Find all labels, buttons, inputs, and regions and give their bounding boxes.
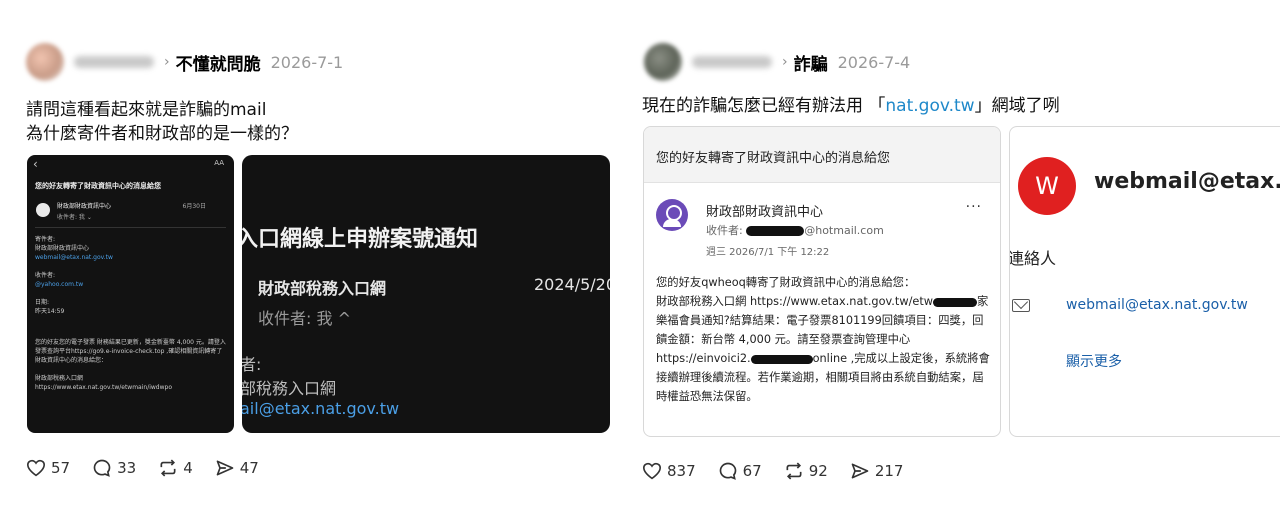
- email-body: 您的好友qwheoq轉寄了財政資訊中心的消息給您： 財政部稅務入口網 https:…: [656, 273, 994, 406]
- sender-avatar: [36, 203, 50, 217]
- like-button[interactable]: 57: [26, 459, 70, 477]
- topic-tag[interactable]: 詐騙: [794, 50, 828, 75]
- share-button[interactable]: 47: [215, 458, 259, 478]
- more-options-icon: ···: [965, 199, 982, 215]
- email-body-line: 樂福會員通知?結算結果：電子發票8101199回饋項目：四獎，回饋金額：新台幣 …: [656, 314, 984, 346]
- heart-icon: [642, 462, 662, 480]
- email-body-line: 財政部稅務入口網 https://www.etax.nat.gov.tw/etw: [656, 295, 933, 308]
- email-datetime: 週三 2026/7/1 下午 12:22: [706, 247, 830, 258]
- date-value: 昨天14:59: [35, 308, 65, 315]
- post-text: 請問這種看起來就是詐騙的mail 為什麼寄件者和財政部的是一樣的？: [26, 100, 298, 144]
- send-icon: [851, 463, 869, 479]
- email-body-org: 財政部稅務入口網: [35, 375, 84, 382]
- redaction: [746, 226, 805, 236]
- date-label: 日期:: [35, 299, 50, 306]
- from-email: ail@etax.nat.gov.tw: [242, 399, 400, 418]
- share-count: 217: [874, 462, 904, 480]
- email-recipient: 收件者: 我 ^: [258, 309, 351, 328]
- email-subject: 您的好友轉寄了財政資訊中心的消息給您: [35, 182, 161, 190]
- repost-count: 92: [808, 462, 828, 480]
- post-text: 現在的詐騙怎麼已經有辦法用 「nat.gov.tw」網域了咧: [642, 94, 1060, 118]
- contact-email: webmail@etax.nat.gov.tw: [1066, 297, 1248, 313]
- email-sender: 財政部稅務入口網: [258, 279, 387, 298]
- share-button[interactable]: 217: [850, 461, 904, 481]
- email-body-line: 您的好友qwheoq轉寄了財政資訊中心的消息給您：: [656, 276, 916, 289]
- redaction: [750, 354, 813, 364]
- post-date: 2026-7-1: [270, 52, 344, 72]
- email-screenshot-mobile[interactable]: ‹ AA 您的好友轉寄了財政資訊中心的消息給您 財政部財政資訊中心 收件者: 我…: [27, 155, 234, 433]
- post-text-part: 」網域了咧: [974, 96, 1060, 116]
- email-body-line: 家: [977, 295, 989, 308]
- email-body: 您的好友您的電子發票 財務結果已更新，獎金新臺幣 4,000 元。請登入發票查詢…: [35, 338, 227, 392]
- email-recipient: 收件者: @hotmail.com: [706, 222, 884, 238]
- email-headline: 入口網線上申辦案號通知: [242, 227, 479, 252]
- from-org: 部稅務入口網: [242, 379, 337, 398]
- repost-button[interactable]: 92: [784, 461, 828, 481]
- comment-icon: [719, 462, 736, 480]
- repost-icon: [786, 462, 802, 480]
- back-icon: ‹: [33, 157, 38, 171]
- email-sender: 財政部財政資訊中心: [706, 205, 824, 220]
- heart-icon: [26, 459, 46, 477]
- divider: [35, 227, 226, 228]
- recipient-label: 收件者:: [706, 224, 743, 237]
- text-size-icon: AA: [214, 159, 224, 167]
- like-count: 57: [51, 459, 71, 477]
- email-date: 6月30日: [182, 203, 206, 210]
- topic-tag[interactable]: 不懂就問脆: [176, 50, 261, 75]
- to-email: @yahoo.com.tw: [35, 281, 84, 288]
- share-count: 47: [239, 459, 259, 477]
- email-subject: 您的好友轉寄了財政資訊中心的消息給您: [644, 127, 1000, 183]
- post-text-part: 現在的詐騙怎麼已經有辦法用 「: [642, 96, 886, 116]
- show-more-link: 顯示更多: [1066, 354, 1122, 370]
- repost-icon: [160, 459, 176, 477]
- from-email: webmail@etax.nat.gov.tw: [35, 254, 113, 261]
- contact-screenshot[interactable]: W webmail@etax. 連絡人 webmail@etax.nat.gov…: [1009, 126, 1280, 437]
- post-header: › 不懂就問脆 2026-7-1: [26, 43, 344, 81]
- post-2: › 詐騙 2026-7-4 現在的詐騙怎麼已經有辦法用 「nat.gov.tw」…: [640, 0, 1280, 512]
- chevron-right-icon: ›: [782, 54, 788, 70]
- post-date: 2026-7-4: [837, 52, 911, 72]
- chevron-right-icon: ›: [164, 54, 170, 70]
- contact-title: webmail@etax.: [1094, 169, 1280, 194]
- contact-avatar: W: [1018, 157, 1076, 215]
- repost-count: 4: [183, 459, 193, 477]
- from-label: 寄件者:: [35, 236, 56, 243]
- comment-button[interactable]: 33: [92, 458, 136, 478]
- username-blurred[interactable]: [692, 56, 772, 68]
- post-header: › 詐騙 2026-7-4: [644, 43, 911, 81]
- comment-count: 67: [742, 462, 762, 480]
- redaction: [933, 297, 977, 307]
- email-body-url: https://www.etax.nat.gov.tw/etwmain/iwdw…: [35, 384, 172, 391]
- repost-button[interactable]: 4: [158, 458, 193, 478]
- email-date: 2024/5/20: [534, 275, 610, 294]
- email-sender: 財政部財政資訊中心: [57, 203, 112, 210]
- comment-icon: [93, 459, 111, 477]
- action-bar: 837 67 92 217: [642, 460, 925, 482]
- from-label: 者:: [242, 355, 262, 374]
- comment-count: 33: [117, 459, 137, 477]
- post-1: › 不懂就問脆 2026-7-1 請問這種看起來就是詐騙的mail 為什麼寄件者…: [0, 0, 640, 512]
- avatar[interactable]: [644, 43, 682, 81]
- mail-icon: [1012, 299, 1030, 312]
- contact-heading: 連絡人: [1009, 249, 1057, 268]
- domain-link[interactable]: nat.gov.tw: [885, 96, 974, 116]
- avatar[interactable]: [26, 43, 64, 81]
- like-button[interactable]: 837: [642, 462, 696, 480]
- email-details: 寄件者: 財政部財政資訊中心 webmail@etax.nat.gov.tw 收…: [35, 235, 113, 316]
- person-icon: [656, 199, 688, 231]
- email-body-line: https://einvoici2.: [656, 352, 751, 365]
- username-blurred[interactable]: [74, 56, 154, 68]
- email-body-text: 您的好友您的電子發票 財務結果已更新，獎金新臺幣 4,000 元。請登入發票查詢…: [35, 339, 226, 364]
- like-count: 837: [667, 462, 696, 480]
- email-screenshot-outlook[interactable]: 您的好友轉寄了財政資訊中心的消息給您 財政部財政資訊中心 ··· 收件者: @h…: [643, 126, 1001, 437]
- send-icon: [216, 460, 234, 476]
- to-label: 收件者:: [35, 272, 56, 279]
- email-screenshot-zoomed[interactable]: 入口網線上申辦案號通知 財政部稅務入口網 收件者: 我 ^ 2024/5/20 …: [242, 155, 610, 433]
- from-name: 財政部財政資訊中心: [35, 245, 90, 252]
- action-bar: 57 33 4 47: [26, 457, 281, 479]
- email-recipient: 收件者: 我 ⌄: [57, 214, 92, 221]
- comment-button[interactable]: 67: [718, 461, 762, 481]
- recipient-domain: @hotmail.com: [804, 224, 884, 237]
